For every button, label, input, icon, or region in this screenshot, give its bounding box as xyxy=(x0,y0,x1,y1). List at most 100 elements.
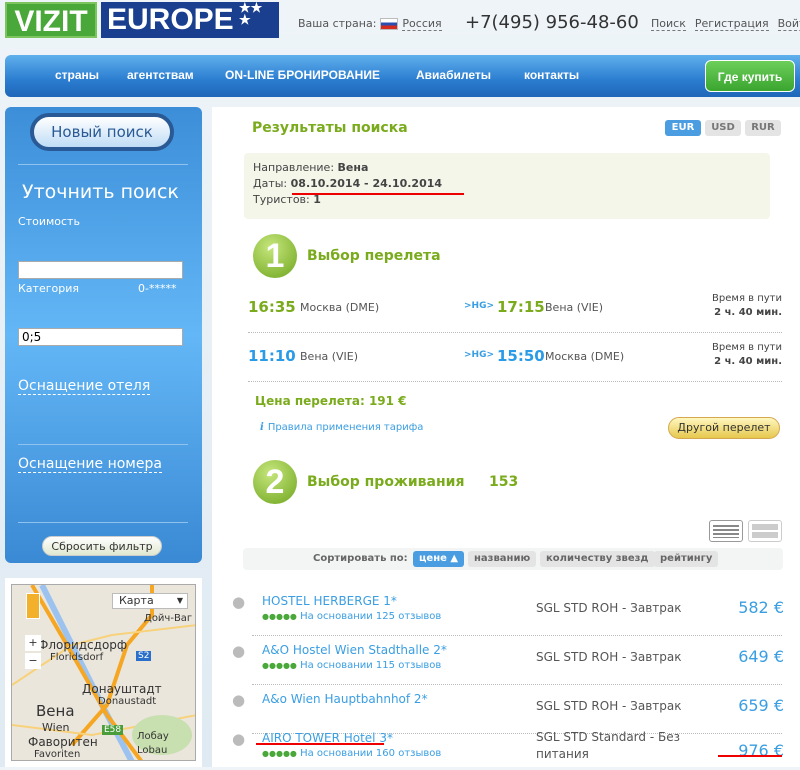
zoom-out-button[interactable]: − xyxy=(25,653,41,669)
hotel-row[interactable]: ● A&O Hostel Wien Stadthalle 2* ●●●●● На… xyxy=(232,642,792,682)
country-selector[interactable]: Ваша страна: Россия xyxy=(298,17,442,31)
room-type: SGL STD ROH - Завтрак xyxy=(536,601,682,615)
refine-title: Уточнить поиск xyxy=(22,181,179,203)
annotation-underline xyxy=(256,743,384,745)
grid-view-icon[interactable] xyxy=(748,520,782,542)
arr-airport: Вена (VIE) xyxy=(545,301,604,314)
duration-label: Время в пути xyxy=(712,342,782,353)
category-input[interactable]: 0;5 xyxy=(18,328,183,346)
sort-by-name[interactable]: названию xyxy=(468,551,537,567)
currency-eur[interactable]: EUR xyxy=(665,120,701,136)
logo-europe[interactable]: EUROPE ★★ ★ xyxy=(101,0,279,38)
arr-time: 15:50 xyxy=(497,347,545,365)
other-flight-button[interactable]: Другой перелет xyxy=(668,417,780,439)
stars-icon: ★★ ★ xyxy=(239,0,263,27)
divider xyxy=(248,332,782,333)
road-badge: S2 xyxy=(136,651,152,661)
pegman-icon[interactable] xyxy=(26,593,40,619)
new-search-button[interactable]: Новый поиск xyxy=(30,113,174,151)
login-link[interactable]: Войти xyxy=(777,17,800,31)
airline-code: >HG> xyxy=(464,301,495,311)
nav-online-booking[interactable]: ON-LINE БРОНИРОВАНИЕ xyxy=(225,68,380,82)
duration: Время в пути 2 ч. 40 мин. xyxy=(712,341,782,369)
cost-label: Стоимость xyxy=(18,215,80,228)
map-label: Дойч-Ваг xyxy=(144,613,193,624)
map-label: Флоридсдорф xyxy=(38,638,128,652)
hotel-price[interactable]: 649 € xyxy=(714,647,784,666)
tripadvisor-rating-icon: ●●●●● xyxy=(262,749,297,758)
nav-tickets[interactable]: Авиабилеты xyxy=(416,68,491,82)
arr-time: 17:15 xyxy=(497,298,545,316)
airline-label: HG xyxy=(471,301,487,311)
reviews-label: На основании 160 отзывов xyxy=(300,748,442,759)
hotel-price[interactable]: 582 € xyxy=(714,598,784,617)
annotation-underline xyxy=(718,755,782,757)
reset-filter-button[interactable]: Сбросить фильтр xyxy=(42,536,162,556)
results-title: Результаты поиска xyxy=(252,120,408,136)
hotel-price[interactable]: 659 € xyxy=(714,696,784,715)
sort-by-price[interactable]: цене ▲ xyxy=(413,551,465,567)
map-label: Вена xyxy=(36,702,75,720)
room-amenities-link[interactable]: Оснащение номера xyxy=(18,456,162,473)
zoom-in-button[interactable]: + xyxy=(25,635,41,651)
where-to-buy-button[interactable]: Где купить xyxy=(705,60,795,92)
nav-agencies[interactable]: агентствам xyxy=(127,68,194,82)
logo-vizit[interactable]: VIZIT xyxy=(5,2,97,38)
dep-time: 16:35 xyxy=(248,298,296,316)
category-range: 0-***** xyxy=(138,282,177,295)
sort-by-rating[interactable]: рейтингу xyxy=(654,551,719,567)
logo-text: EUROPE xyxy=(107,3,234,36)
map-label: Донауштадт xyxy=(82,682,162,696)
airline-label: HG xyxy=(471,350,487,360)
register-link[interactable]: Регистрация xyxy=(694,17,769,31)
hotel-name-link[interactable]: A&o Wien Hauptbahnhof 2* xyxy=(262,692,428,706)
map-label: Donaustadt xyxy=(98,696,157,707)
step-1-badge: 1 xyxy=(253,234,297,278)
search-summary: Направление: Вена Даты: 08.10.2014 - 24.… xyxy=(244,153,770,219)
map-label: Лобау xyxy=(137,731,169,742)
sort-price-label: цене xyxy=(419,553,447,564)
reviews[interactable]: ●●●●● На основании 115 отзывов xyxy=(262,660,441,671)
dates-label: Даты: xyxy=(253,177,288,190)
reviews[interactable]: ●●●●● На основании 160 отзывов xyxy=(262,748,441,759)
map-pin-icon[interactable]: ● xyxy=(232,730,245,748)
nav-countries[interactable]: страны xyxy=(55,68,99,82)
hotel-name-link[interactable]: A&O Hostel Wien Stadthalle 2* xyxy=(262,643,447,657)
map-pin-icon[interactable]: ● xyxy=(232,691,245,709)
hotel-row[interactable]: ● A&o Wien Hauptbahnhof 2* SGL STD ROH -… xyxy=(232,691,792,731)
list-view-icon[interactable] xyxy=(709,520,743,542)
hotels-title: Выбор проживания xyxy=(307,474,465,490)
tariff-rules-link[interactable]: i Правила применения тарифа xyxy=(260,422,423,433)
search-link[interactable]: Поиск xyxy=(651,17,686,31)
hotel-price[interactable]: 976 € xyxy=(714,741,784,760)
currency-usd[interactable]: USD xyxy=(705,120,741,136)
hotel-amenities-link[interactable]: Оснащение отеля xyxy=(18,378,151,395)
nav-contacts[interactable]: контакты xyxy=(524,68,579,82)
flag-russia-icon xyxy=(380,18,399,30)
hotel-name-link[interactable]: HOSTEL HERBERGE 1* xyxy=(262,594,397,608)
cost-input[interactable] xyxy=(18,261,183,279)
airline-code: >HG> xyxy=(464,350,495,360)
country-link[interactable]: Россия xyxy=(402,17,442,31)
map-label: Фаворитен xyxy=(28,735,98,749)
tripadvisor-rating-icon: ●●●●● xyxy=(262,612,297,621)
reviews[interactable]: ●●●●● На основании 125 отзывов xyxy=(262,611,441,622)
road-badge: E58 xyxy=(102,725,124,735)
dates-value: 08.10.2014 - 24.10.2014 xyxy=(290,177,443,190)
divider xyxy=(18,444,188,445)
hotel-row[interactable]: ● AIRO TOWER Hotel 3* ●●●●● На основании… xyxy=(232,730,792,770)
divider xyxy=(18,522,188,523)
currency-rur[interactable]: RUR xyxy=(745,120,781,136)
sort-asc-icon: ▲ xyxy=(450,553,459,564)
divider xyxy=(252,635,782,636)
map-widget[interactable]: Флоридсдорф Floridsdorf Донауштадт Donau… xyxy=(5,578,202,767)
map-pin-icon[interactable]: ● xyxy=(232,642,245,660)
sort-bar: Сортировать по: цене ▲ названию количест… xyxy=(243,548,783,570)
hotels-count: 153 xyxy=(489,474,519,490)
hotel-row[interactable]: ● HOSTEL HERBERGE 1* ●●●●● На основании … xyxy=(232,593,792,633)
map-pin-icon[interactable]: ● xyxy=(232,593,245,611)
map-type-select[interactable]: Карта ▼ xyxy=(112,593,188,609)
sort-by-stars[interactable]: количеству звезд xyxy=(540,551,655,567)
flights-title: Выбор перелета xyxy=(307,248,441,264)
chevron-down-icon: ▼ xyxy=(176,596,183,605)
